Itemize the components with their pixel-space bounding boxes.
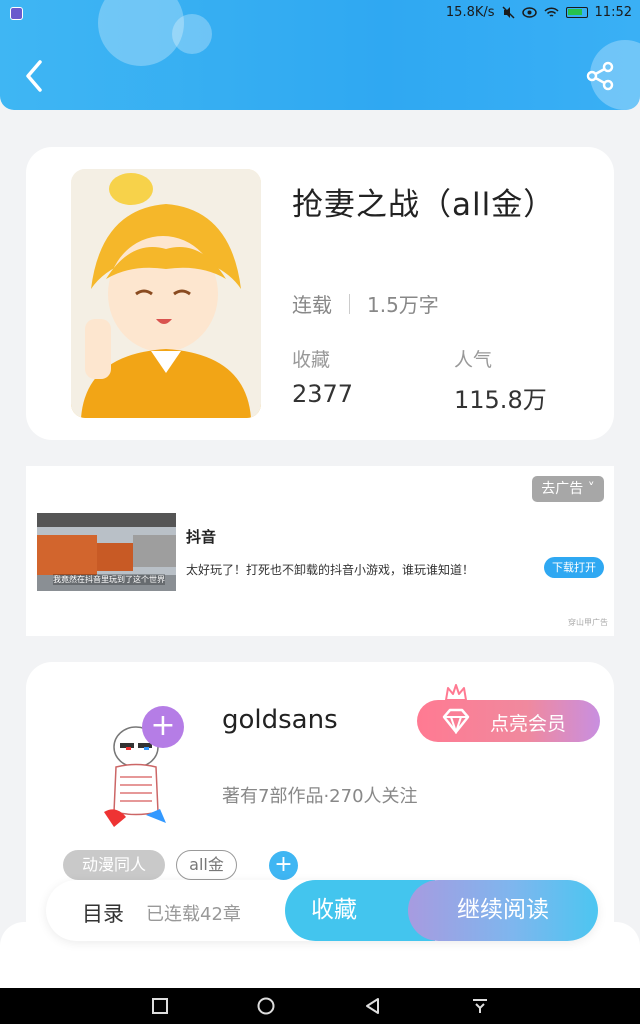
vip-label: 点亮会员 [490,713,567,735]
ad-banner[interactable]: 去广告 ˅ 我竟然在抖音里玩到了这个世界 抖音 太好玩了！打死也不卸载的抖音小游… [26,466,614,636]
ad-thumb-caption: 我竟然在抖音里玩到了这个世界 [53,574,165,585]
ad-source-label: 穿山甲广告 [568,618,608,627]
ad-description: 太好玩了！打死也不卸载的抖音小游戏，谁玩谁知道！ [186,563,475,577]
continue-reading-button[interactable]: 继续阅读 [408,880,598,941]
bottom-action-bar: 目录 已连载42章 收藏 继续阅读 [46,880,598,941]
mute-icon [502,6,515,19]
divider [349,293,350,314]
remove-ad-label: 去广告 [541,481,584,497]
word-count: 1.5万字 [367,293,439,317]
system-nav-bar [0,988,640,1024]
chevron-left-icon [26,60,42,92]
popularity-value: 115.8万 [454,386,547,414]
eye-icon [521,7,537,18]
app-notification-icon [10,7,23,20]
book-cover[interactable] [71,169,261,418]
author-name: goldsans [222,705,338,735]
activate-vip-button[interactable]: 点亮会员 [417,700,600,742]
book-status-row: 连载 1.5万字 [292,289,439,318]
crown-icon [445,684,467,701]
book-info-card: 抢妻之战（all金） 连载 1.5万字 收藏 2377 人气 115.8万 [26,147,614,440]
add-tag-button[interactable]: + [269,851,298,880]
clock: 11:52 [594,5,632,20]
chapter-count: 已连载42章 [146,904,241,925]
wifi-icon [543,6,559,17]
favorites-value: 2377 [292,380,354,408]
back-nav-icon[interactable] [363,996,383,1016]
back-button[interactable] [22,58,50,94]
tag-all-gold[interactable]: all金 [176,850,237,880]
author-stats: 著有7部作品·270人关注 [222,786,418,807]
notification-pull-icon[interactable] [470,996,490,1016]
popularity-label: 人气 [454,349,493,371]
home-icon[interactable] [256,996,276,1016]
table-of-contents-button[interactable]: 目录 [82,898,124,928]
serial-status: 连载 [292,293,332,317]
follow-author-button[interactable]: + [142,706,184,748]
battery-icon [565,7,588,18]
favorites-label: 收藏 [292,349,331,371]
cover-illustration-icon [71,169,261,418]
share-icon [586,61,614,91]
tag-fan-fiction[interactable]: 动漫同人 [63,850,165,880]
ad-download-button[interactable]: 下载打开 [544,557,604,578]
remove-ad-button[interactable]: 去广告 ˅ [532,476,604,502]
book-title: 抢妻之战（all金） [292,187,556,223]
status-bar: 15.8K/s 11:52 [0,4,640,24]
ad-thumbnail[interactable]: 我竟然在抖音里玩到了这个世界 [37,513,176,591]
recent-apps-icon[interactable] [150,996,170,1016]
top-header: 15.8K/s 11:52 [0,0,640,110]
diamond-icon [442,708,470,734]
ad-app-name: 抖音 [186,528,217,546]
share-button[interactable] [584,60,616,92]
network-speed: 15.8K/s [445,5,495,20]
